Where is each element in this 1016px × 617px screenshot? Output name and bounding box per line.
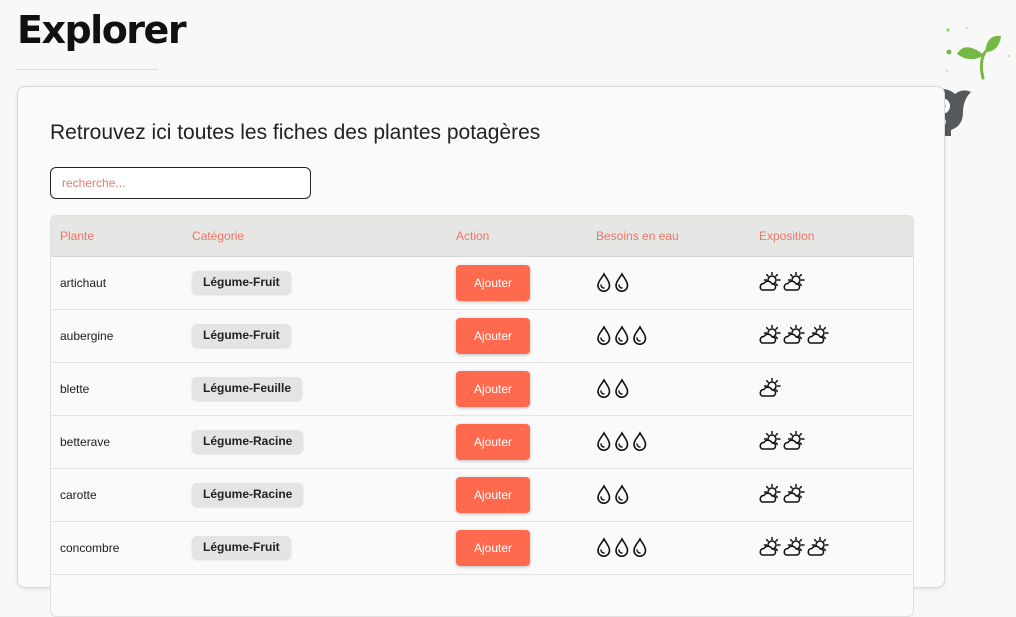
water-needs [596,484,630,506]
water-drop-icon [615,272,629,292]
table-row: concombre Légume-Fruit Ajouter [51,522,913,575]
category-badge: Légume-Fruit [192,271,291,294]
sun-cloud-icon [783,271,805,291]
sun-cloud-icon [807,324,829,344]
table-row: carotte Légume-Racine Ajouter [51,469,913,522]
water-drop-icon [633,325,647,345]
title-divider [17,69,158,70]
exposure-level [759,377,782,399]
water-drop-icon [615,431,629,451]
plants-table: Plante Catégorie Action Besoins en eau E… [50,215,914,617]
add-plant-button[interactable]: Ajouter [456,530,530,566]
column-header-water: Besoins en eau [596,229,679,243]
page-title: Explorer [17,8,187,52]
add-plant-button[interactable]: Ajouter [456,265,530,301]
add-plant-button[interactable]: Ajouter [456,318,530,354]
water-needs [596,272,630,294]
sun-cloud-icon [759,377,781,397]
sun-cloud-icon [783,483,805,503]
water-drop-icon [615,537,629,557]
add-plant-button[interactable]: Ajouter [456,477,530,513]
water-drop-icon [597,378,611,398]
column-header-action: Action [456,229,490,243]
water-drop-icon [633,431,647,451]
exposure-level [759,430,806,452]
table-row: blette Légume-Feuille Ajouter [51,363,913,416]
column-header-plant: Plante [60,229,95,243]
table-row: betterave Légume-Racine Ajouter [51,416,913,469]
water-drop-icon [597,431,611,451]
plant-name: concombre [60,541,120,555]
section-subtitle: Retrouvez ici toutes les fiches des plan… [50,121,541,144]
water-drop-icon [597,484,611,504]
column-header-exposure: Exposition [759,229,815,243]
plant-name: carotte [60,488,97,502]
category-badge: Légume-Racine [192,483,304,506]
category-badge: Légume-Feuille [192,377,303,400]
exposure-level [759,271,806,293]
table-row: aubergine Légume-Fruit Ajouter [51,310,913,363]
search-input[interactable] [50,167,311,199]
content-card: Retrouvez ici toutes les fiches des plan… [17,86,945,617]
water-needs [596,325,648,347]
water-drop-icon [633,537,647,557]
water-needs [596,431,648,453]
sun-cloud-icon [759,324,781,344]
sun-cloud-icon [783,324,805,344]
sun-cloud-icon [759,430,781,450]
plant-name: artichaut [60,276,107,290]
water-drop-icon [615,378,629,398]
plant-name: blette [60,382,90,396]
water-needs [596,537,648,559]
sun-cloud-icon [759,483,781,503]
table-row: artichaut Légume-Fruit Ajouter [51,257,913,310]
plant-name: aubergine [60,329,114,343]
category-badge: Légume-Racine [192,430,304,453]
water-drop-icon [615,484,629,504]
sun-cloud-icon [759,536,781,556]
water-drop-icon [597,272,611,292]
exposure-level [759,536,830,558]
water-drop-icon [615,325,629,345]
sun-cloud-icon [807,536,829,556]
category-badge: Légume-Fruit [192,536,291,559]
add-plant-button[interactable]: Ajouter [456,371,530,407]
exposure-level [759,324,830,346]
column-header-category: Catégorie [192,229,245,243]
water-drop-icon [597,537,611,557]
exposure-level [759,483,806,505]
plant-name: betterave [60,435,111,449]
sun-cloud-icon [783,430,805,450]
category-badge: Légume-Fruit [192,324,291,347]
sun-cloud-icon [783,536,805,556]
water-drop-icon [597,325,611,345]
water-needs [596,378,630,400]
sun-cloud-icon [759,271,781,291]
add-plant-button[interactable]: Ajouter [456,424,530,460]
table-header: Plante Catégorie Action Besoins en eau E… [51,216,913,257]
